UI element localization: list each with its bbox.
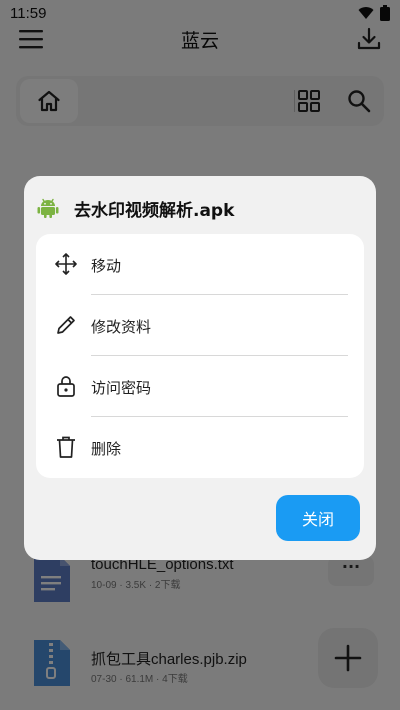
access-password-label: 访问密码 — [91, 379, 152, 397]
android-icon — [37, 198, 59, 218]
delete-action[interactable]: 删除 — [36, 417, 364, 478]
edit-info-label: 修改资料 — [91, 318, 152, 336]
move-label: 移动 — [91, 257, 122, 275]
edit-info-action[interactable]: 修改资料 — [36, 295, 364, 356]
action-list: 移动 修改资料 访问密码 删除 — [36, 234, 364, 478]
pencil-icon — [57, 316, 75, 334]
lock-icon — [57, 376, 75, 397]
move-action[interactable]: 移动 — [36, 234, 364, 295]
access-password-action[interactable]: 访问密码 — [36, 356, 364, 417]
app-screen: 11:59 蓝云 — [0, 0, 400, 710]
file-actions-dialog: 去水印视频解析.apk 移动 修改资料 访问密码 删除 关闭 — [24, 176, 376, 560]
move-icon — [55, 253, 77, 275]
trash-icon — [57, 436, 75, 458]
close-button[interactable]: 关闭 — [276, 495, 360, 541]
dialog-title: 去水印视频解析.apk — [74, 201, 235, 221]
delete-label: 删除 — [91, 440, 122, 458]
